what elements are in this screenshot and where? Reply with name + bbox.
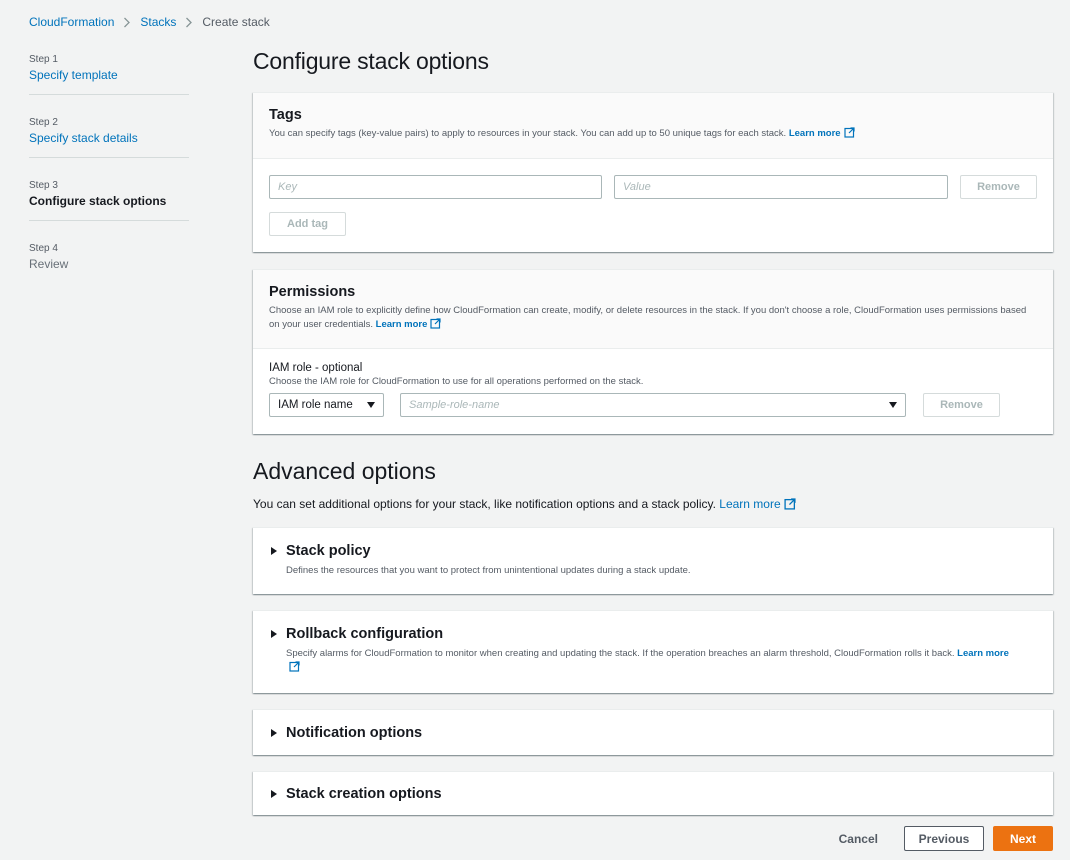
permissions-card: Permissions Choose an IAM role to explic… — [253, 269, 1053, 434]
notification-options-header[interactable]: Notification options — [271, 725, 1037, 741]
chevron-right-icon — [185, 17, 193, 28]
rollback-configuration-title: Rollback configuration — [286, 626, 443, 642]
permissions-header: Permissions Choose an IAM role to explic… — [253, 270, 1053, 349]
step-link-specify-template[interactable]: Specify template — [29, 68, 189, 82]
tags-desc-text: You can specify tags (key-value pairs) t… — [269, 128, 786, 139]
permissions-description: Choose an IAM role to explicitly define … — [269, 304, 1037, 334]
tag-key-input[interactable]: Key — [269, 175, 602, 199]
step-link-specify-stack-details[interactable]: Specify stack details — [29, 131, 189, 145]
caret-down-icon — [889, 402, 897, 408]
learn-more-label: Learn more — [957, 648, 1009, 659]
caret-right-icon — [271, 790, 277, 798]
learn-more-label: Learn more — [719, 497, 780, 511]
rollback-configuration-description: Specify alarms for CloudFormation to mon… — [286, 647, 1021, 677]
tags-learn-more-link[interactable]: Learn more — [789, 128, 855, 139]
iam-role-label: IAM role - optional — [269, 362, 1037, 374]
caret-right-icon — [271, 630, 277, 638]
stack-creation-options-section[interactable]: Stack creation options — [253, 771, 1053, 815]
stack-policy-header[interactable]: Stack policy — [271, 543, 1037, 559]
step-number: Step 2 — [29, 117, 189, 128]
caret-down-icon — [367, 402, 375, 408]
tag-remove-button[interactable]: Remove — [960, 175, 1037, 199]
tags-card: Tags You can specify tags (key-value pai… — [253, 92, 1053, 252]
breadcrumb-stacks[interactable]: Stacks — [140, 15, 176, 29]
stack-creation-options-header[interactable]: Stack creation options — [271, 786, 1037, 802]
caret-right-icon — [271, 547, 277, 555]
learn-more-label: Learn more — [789, 128, 841, 139]
tag-value-input[interactable]: Value — [614, 175, 948, 199]
wizard-footer: Cancel Previous Next — [839, 826, 1053, 851]
external-link-icon — [289, 661, 300, 677]
tag-row: Key Value Remove — [269, 175, 1037, 199]
step-current-configure-stack-options: Configure stack options — [29, 194, 189, 208]
advanced-learn-more-link[interactable]: Learn more — [719, 497, 795, 511]
tags-body: Key Value Remove Add tag — [253, 159, 1053, 252]
rollback-desc-text: Specify alarms for CloudFormation to mon… — [286, 648, 955, 659]
cancel-button[interactable]: Cancel — [839, 832, 878, 846]
advanced-desc-text: You can set additional options for your … — [253, 497, 716, 511]
step-2: Step 2 Specify stack details — [29, 115, 189, 158]
add-tag-button[interactable]: Add tag — [269, 212, 346, 236]
tags-header: Tags You can specify tags (key-value pai… — [253, 93, 1053, 159]
iam-role-name-placeholder: Sample-role-name — [409, 399, 499, 411]
step-3: Step 3 Configure stack options — [29, 178, 189, 221]
breadcrumb: CloudFormation Stacks Create stack — [29, 15, 270, 29]
tags-title: Tags — [269, 107, 1037, 123]
step-review: Review — [29, 257, 189, 271]
permissions-body: IAM role - optional Choose the IAM role … — [253, 349, 1053, 434]
step-number: Step 4 — [29, 243, 189, 254]
chevron-right-icon — [123, 17, 131, 28]
previous-button[interactable]: Previous — [904, 826, 984, 851]
stack-creation-options-title: Stack creation options — [286, 786, 442, 802]
advanced-options-title: Advanced options — [253, 458, 1053, 485]
permissions-learn-more-link[interactable]: Learn more — [376, 319, 442, 330]
main-content: Configure stack options Tags You can spe… — [253, 48, 1053, 815]
page-title: Configure stack options — [253, 48, 1053, 75]
stack-policy-title: Stack policy — [286, 543, 371, 559]
learn-more-label: Learn more — [376, 319, 428, 330]
step-1: Step 1 Specify template — [29, 52, 189, 95]
iam-role-type-select[interactable]: IAM role name — [269, 393, 384, 417]
external-link-icon — [784, 498, 796, 513]
notification-options-title: Notification options — [286, 725, 422, 741]
iam-role-row: IAM role name Sample-role-name Remove — [269, 393, 1037, 417]
step-number: Step 3 — [29, 180, 189, 191]
step-number: Step 1 — [29, 54, 189, 65]
iam-role-name-select[interactable]: Sample-role-name — [400, 393, 906, 417]
iam-role-description: Choose the IAM role for CloudFormation t… — [269, 376, 1037, 387]
tags-description: You can specify tags (key-value pairs) t… — [269, 127, 1037, 143]
external-link-icon — [844, 127, 855, 143]
step-4: Step 4 Review — [29, 241, 189, 283]
iam-role-type-value: IAM role name — [278, 399, 353, 411]
next-button[interactable]: Next — [993, 826, 1053, 851]
stack-policy-description: Defines the resources that you want to p… — [286, 564, 1037, 578]
permissions-title: Permissions — [269, 284, 1037, 300]
rollback-configuration-header[interactable]: Rollback configuration — [271, 626, 1037, 642]
iam-role-remove-button[interactable]: Remove — [923, 393, 1000, 417]
rollback-configuration-section[interactable]: Rollback configuration Specify alarms fo… — [253, 610, 1053, 693]
notification-options-section[interactable]: Notification options — [253, 709, 1053, 755]
advanced-options-description: You can set additional options for your … — [253, 497, 1053, 513]
breadcrumb-current: Create stack — [202, 15, 269, 29]
wizard-steps: Step 1 Specify template Step 2 Specify s… — [29, 52, 189, 303]
stack-policy-section[interactable]: Stack policy Defines the resources that … — [253, 527, 1053, 594]
caret-right-icon — [271, 729, 277, 737]
external-link-icon — [430, 318, 441, 334]
breadcrumb-cloudformation[interactable]: CloudFormation — [29, 15, 114, 29]
